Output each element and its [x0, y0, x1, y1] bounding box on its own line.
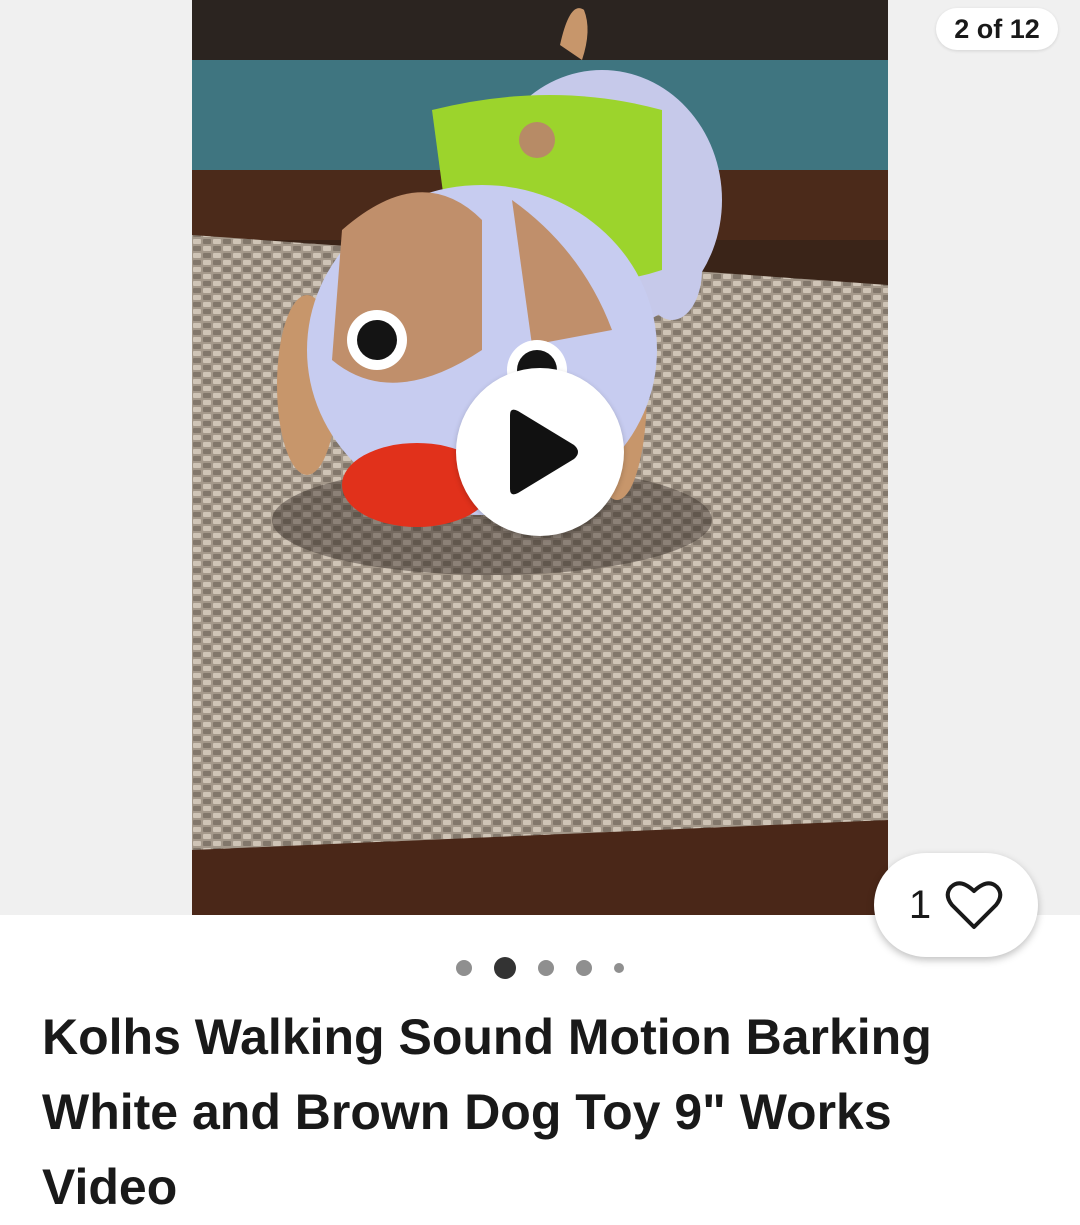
- watch-button[interactable]: 1: [874, 853, 1038, 957]
- play-button[interactable]: [456, 368, 624, 536]
- listing-title: Kolhs Walking Sound Motion Barking White…: [42, 1009, 932, 1215]
- pagination-dot[interactable]: [576, 960, 592, 976]
- watch-count: 1: [908, 882, 932, 927]
- pagination-dot[interactable]: [614, 963, 624, 973]
- pagination-dot[interactable]: [494, 957, 516, 979]
- heart-outline-icon: [945, 881, 1003, 929]
- image-counter: 2 of 12: [936, 8, 1058, 50]
- pagination-dot[interactable]: [456, 960, 472, 976]
- gallery-pagination: [0, 948, 1080, 988]
- play-icon: [510, 409, 578, 495]
- image-gallery[interactable]: 2 of 12 1: [0, 0, 1080, 957]
- pagination-dot[interactable]: [538, 960, 554, 976]
